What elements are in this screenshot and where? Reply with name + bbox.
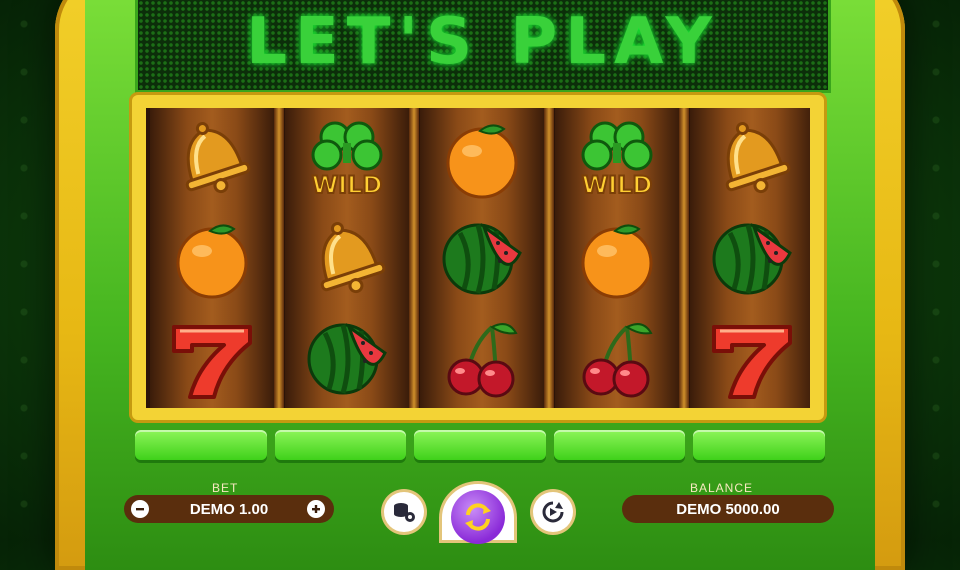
svg-text:WILD: WILD [582, 171, 653, 199]
cherries-symbol [569, 313, 665, 403]
marquee-display: LET'S PLAY [135, 0, 831, 93]
balance-display: DEMO 5000.00 [622, 495, 834, 523]
payline-button-2[interactable] [274, 430, 407, 460]
balance-value: DEMO 5000.00 [676, 500, 780, 518]
watermelon-symbol [299, 313, 395, 403]
plus-icon [312, 505, 320, 513]
clover-wild-symbol: WILD [299, 113, 395, 203]
bet-label: BET [212, 481, 239, 495]
seven-symbol [704, 313, 800, 403]
reel-3 [420, 108, 544, 408]
reel-separator [679, 108, 689, 408]
reel-separator [274, 108, 284, 408]
bell-symbol [299, 213, 395, 303]
cherries-symbol [434, 313, 530, 403]
svg-text:WILD: WILD [312, 171, 383, 199]
balance-label: BALANCE [690, 481, 754, 495]
reel-5 [690, 108, 810, 408]
seven-symbol [164, 313, 260, 403]
payline-button-3[interactable] [414, 430, 546, 460]
orange-symbol [434, 113, 530, 203]
settings-button[interactable] [384, 492, 424, 532]
spin-arrows-icon [465, 503, 491, 531]
orange-symbol [569, 213, 665, 303]
reel-window: WILD WILD [146, 108, 810, 408]
reel-2: WILD [285, 108, 409, 408]
reel-1 [150, 108, 274, 408]
payline-button-4[interactable] [553, 430, 686, 460]
coins-gear-icon [394, 503, 415, 522]
bet-increase-button[interactable] [307, 500, 325, 518]
payline-button-5[interactable] [693, 430, 825, 460]
bet-decrease-button[interactable] [131, 500, 149, 518]
autoplay-button[interactable] [533, 492, 573, 532]
bet-display: DEMO 1.00 [124, 495, 334, 523]
reel-separator [544, 108, 554, 408]
reel-4: WILD [555, 108, 679, 408]
payline-buttons [135, 430, 825, 464]
reel-separator [409, 108, 419, 408]
clover-wild-symbol: WILD [569, 113, 665, 203]
watermelon-symbol [434, 213, 530, 303]
orange-symbol [164, 213, 260, 303]
spin-button-core [451, 490, 505, 544]
bell-symbol [164, 113, 260, 203]
bell-symbol [704, 113, 800, 203]
marquee-text: LET'S PLAY [246, 5, 720, 79]
watermelon-symbol [704, 213, 800, 303]
bet-value: DEMO 1.00 [189, 500, 269, 518]
payline-button-1[interactable] [135, 430, 267, 460]
autoplay-icon [542, 501, 564, 523]
minus-icon [136, 508, 144, 511]
